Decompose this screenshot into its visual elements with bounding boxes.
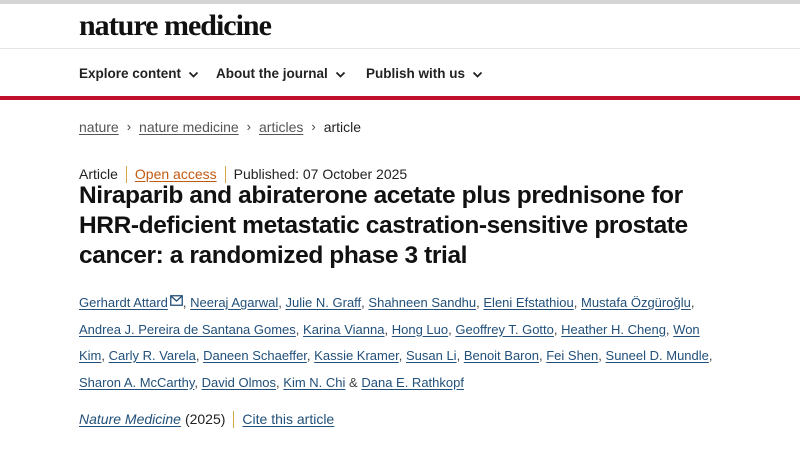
breadcrumb-separator: › <box>126 119 132 134</box>
author-link[interactable]: Gerhardt Attard <box>79 295 168 310</box>
author-link[interactable]: Neeraj Agarwal <box>190 295 278 310</box>
author-separator: , <box>194 374 198 390</box>
author-separator: , <box>101 348 106 363</box>
author-link[interactable]: Benoit Baron <box>464 348 539 363</box>
author-link[interactable]: Daneen Schaeffer <box>203 348 307 363</box>
breadcrumb-articles[interactable]: articles <box>259 118 303 136</box>
meta-divider <box>224 165 226 183</box>
nav-about-the-journal[interactable]: About the journal <box>216 65 346 83</box>
author-separator: , <box>306 348 311 363</box>
author-separator: , <box>690 295 695 310</box>
author-separator: , <box>398 348 403 363</box>
breadcrumb-nature-medicine[interactable]: nature medicine <box>139 118 239 136</box>
author-separator: , <box>538 348 543 363</box>
author-separator: , <box>361 295 365 310</box>
cite-this-article-link[interactable]: Cite this article <box>242 410 334 428</box>
author-link[interactable]: Susan Li <box>406 348 457 363</box>
author-separator: , <box>182 295 187 310</box>
meta-divider <box>125 165 127 183</box>
masthead: nature medicine <box>0 4 800 49</box>
nav-item-label: Publish with us <box>366 66 466 81</box>
author-link[interactable]: Sharon A. McCarthy <box>79 375 194 390</box>
author-separator: , <box>295 321 300 337</box>
author-link[interactable]: Eleni Efstathiou <box>483 295 573 310</box>
nav-item-label: About the journal <box>216 66 328 81</box>
publication-year: (2025) <box>184 411 226 427</box>
author-link[interactable]: Heather H. Cheng <box>561 322 666 337</box>
author-link[interactable]: Andrea J. Pereira de Santana Gomes <box>79 322 296 337</box>
author-link[interactable]: Hong Luo <box>392 322 448 337</box>
chevron-down-icon <box>188 69 199 80</box>
accent-divider <box>0 96 800 100</box>
author-link[interactable]: Fei Shen <box>546 348 598 363</box>
author-separator: , <box>553 321 558 337</box>
author-link[interactable]: Kim N. Chi <box>283 375 345 390</box>
author-separator: , <box>476 295 480 310</box>
author-separator: , <box>276 374 280 390</box>
main-nav: Explore content About the journal Publis… <box>0 50 800 96</box>
author-separator: , <box>195 348 200 363</box>
author-separator: , <box>708 348 713 363</box>
author-separator: , <box>384 321 389 337</box>
breadcrumb-separator: › <box>311 119 316 134</box>
author-link[interactable]: Karina Vianna <box>303 322 384 337</box>
article-title: Niraparib and abiraterone acetate plus p… <box>79 182 688 269</box>
author-separator: , <box>665 321 670 337</box>
site-logo[interactable]: nature medicine <box>79 8 272 44</box>
mail-icon[interactable] <box>169 289 183 306</box>
author-link[interactable]: David Olmos <box>202 375 276 390</box>
author-link[interactable]: Mustafa Özgüroğlu <box>581 295 691 310</box>
author-separator: , <box>456 348 461 363</box>
citation-divider <box>233 410 235 428</box>
author-link[interactable]: Geoffrey T. Gotto <box>455 322 554 337</box>
breadcrumb-current: article <box>323 119 362 135</box>
author-list: Gerhardt Attard, Neeraj Agarwal, Julie N… <box>79 289 719 396</box>
author-link[interactable]: Julie N. Graff <box>286 295 362 310</box>
author-link[interactable]: Kassie Kramer <box>314 348 399 363</box>
author-separator: , <box>278 295 282 310</box>
nav-publish-with-us[interactable]: Publish with us <box>366 65 483 83</box>
author-link[interactable]: Carly R. Varela <box>109 348 196 363</box>
author-link[interactable]: Suneel D. Mundle <box>606 348 709 363</box>
citation-line: Nature Medicine (2025) Cite this article <box>79 410 334 428</box>
breadcrumb: nature › nature medicine › articles › ar… <box>79 118 361 136</box>
author-separator: , <box>573 295 578 310</box>
chevron-down-icon <box>335 69 346 80</box>
chevron-down-icon <box>472 69 483 80</box>
nav-item-label: Explore content <box>79 66 182 81</box>
breadcrumb-separator: › <box>246 119 252 134</box>
nav-explore-content[interactable]: Explore content <box>79 65 199 83</box>
author-separator: , <box>598 348 602 363</box>
author-joiner: & <box>349 374 358 390</box>
author-link[interactable]: Shahneen Sandhu <box>368 295 476 310</box>
author-separator: , <box>448 321 452 337</box>
journal-link[interactable]: Nature Medicine <box>79 410 181 428</box>
breadcrumb-nature[interactable]: nature <box>79 118 119 136</box>
author-link[interactable]: Dana E. Rathkopf <box>361 375 464 390</box>
